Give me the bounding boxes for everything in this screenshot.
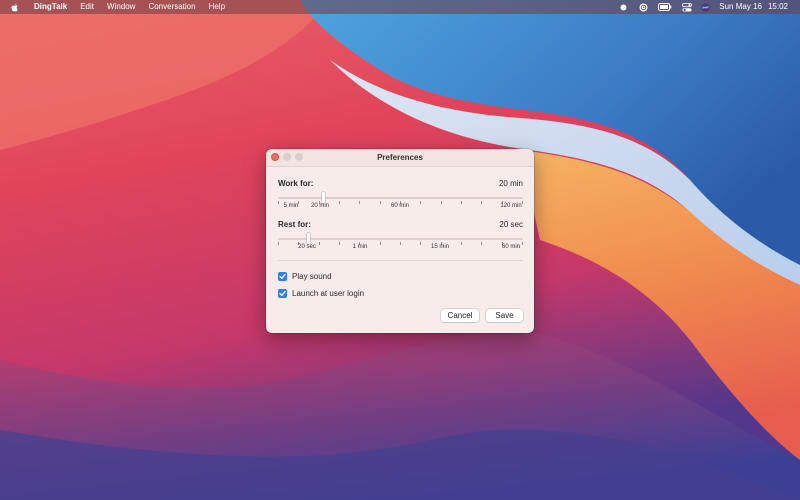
- record-dot-icon[interactable]: [620, 4, 627, 11]
- rest-tick-mark: [522, 242, 523, 245]
- save-button[interactable]: Save: [486, 309, 523, 322]
- work-tick-mark: [441, 201, 442, 204]
- work-slider-knob[interactable]: [322, 192, 325, 203]
- work-tick-label: 120 min: [500, 203, 522, 209]
- work-tick-mark: [522, 201, 523, 204]
- rest-tick-label: 20 sec: [298, 244, 316, 250]
- apple-icon[interactable]: [11, 2, 23, 12]
- work-tick-mark: [278, 201, 279, 204]
- work-slider-track: [278, 197, 523, 199]
- battery-icon[interactable]: [658, 3, 672, 11]
- work-tick-label: 5 min: [283, 203, 299, 209]
- rest-slider-knob[interactable]: [307, 233, 310, 244]
- title-bar[interactable]: Preferences: [266, 149, 534, 167]
- menu-window[interactable]: Window: [107, 0, 135, 14]
- rest-tick-label: 1 min: [352, 244, 368, 250]
- work-tick-label: 20 min: [310, 203, 330, 209]
- work-tick-mark: [461, 201, 462, 204]
- work-tick-mark: [380, 201, 381, 204]
- work-tick-mark: [420, 201, 421, 204]
- clock-time: 15:02: [767, 2, 788, 11]
- rest-tick-mark: [380, 242, 381, 245]
- rest-tick-mark: [339, 242, 340, 245]
- rest-tick-mark: [400, 242, 401, 245]
- menu-app-name[interactable]: DingTalk: [34, 0, 67, 14]
- rest-value: 20 sec: [499, 220, 523, 229]
- close-window-button[interactable]: [271, 153, 279, 161]
- work-tick-mark: [339, 201, 340, 204]
- checkmark-icon: [279, 290, 286, 297]
- section-divider: [278, 260, 523, 261]
- clock-badge-icon[interactable]: [639, 3, 648, 12]
- work-label: Work for:: [278, 179, 314, 188]
- rest-tick-label: 60 min: [501, 244, 521, 250]
- clock-date: Sun May 16: [719, 2, 762, 11]
- work-tick-label: 60 min: [390, 203, 410, 209]
- menu-help[interactable]: Help: [209, 0, 225, 14]
- menu-conversation[interactable]: Conversation: [148, 0, 195, 14]
- rest-slider-track: [278, 238, 523, 240]
- checkmark-icon: [279, 273, 286, 280]
- zoom-window-button[interactable]: [295, 153, 303, 161]
- status-area: Sun May 16 15:02: [611, 0, 788, 14]
- rest-tick-mark: [319, 242, 320, 245]
- rest-tick-mark: [278, 242, 279, 245]
- control-center-icon[interactable]: [682, 2, 693, 12]
- work-value: 20 min: [498, 179, 523, 188]
- rest-tick-label: 15 min: [430, 244, 450, 250]
- play-sound-label: Play sound: [292, 272, 332, 281]
- menu-edit[interactable]: Edit: [80, 0, 94, 14]
- launch-at-login-option[interactable]: Launch at user login: [278, 289, 364, 298]
- launch-at-login-label: Launch at user login: [292, 289, 365, 298]
- cancel-button[interactable]: Cancel: [441, 309, 479, 322]
- siri-icon[interactable]: [701, 3, 710, 12]
- window-title: Preferences: [377, 153, 423, 162]
- rest-tick-mark: [481, 242, 482, 245]
- play-sound-option[interactable]: Play sound: [278, 272, 332, 281]
- rest-label: Rest for:: [278, 220, 311, 229]
- minimize-window-button[interactable]: [283, 153, 291, 161]
- launch-at-login-checkbox[interactable]: [278, 289, 287, 298]
- play-sound-checkbox[interactable]: [278, 272, 287, 281]
- preferences-window: Preferences Work for: 20 min 5 min 20 mi…: [266, 149, 534, 333]
- rest-tick-mark: [461, 242, 462, 245]
- work-tick-mark: [481, 201, 482, 204]
- rest-tick-mark: [420, 242, 421, 245]
- menubar-clock[interactable]: Sun May 16 15:02: [719, 0, 788, 14]
- menu-bar: DingTalk Edit Window Conversation Help S…: [0, 0, 800, 14]
- desktop: DingTalk Edit Window Conversation Help S…: [0, 0, 800, 500]
- work-tick-mark: [359, 201, 360, 204]
